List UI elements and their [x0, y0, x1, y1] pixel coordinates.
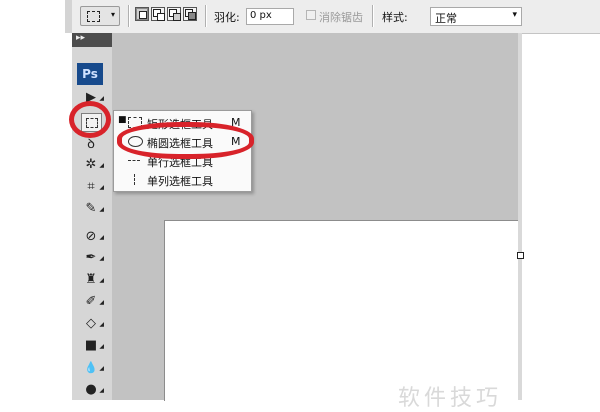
history-brush-icon: ✐: [85, 294, 97, 309]
tools-panel-header[interactable]: ▸▸: [72, 33, 112, 47]
feather-label: 羽化:: [214, 11, 240, 24]
clone-stamp-tool[interactable]: ♜ ◢: [81, 271, 104, 289]
magic-wand-tool[interactable]: ✲ ◢: [81, 156, 104, 174]
document-canvas[interactable]: [164, 220, 521, 401]
divider: [372, 5, 374, 27]
lasso-tool[interactable]: ꝺ: [81, 136, 101, 154]
expand-panel-icon[interactable]: ▸▸: [76, 33, 85, 43]
highlight-circle-menu-item: [117, 122, 254, 159]
new-selection-button[interactable]: [135, 7, 149, 21]
selected-bullet-icon: ■: [118, 115, 127, 125]
dodge-tool[interactable]: ● ◢: [81, 381, 104, 399]
feather-input[interactable]: 0 px: [246, 8, 294, 25]
crop-tool[interactable]: ⌗ ◢: [81, 178, 104, 196]
dropdown-arrow-icon: ▾: [512, 10, 517, 20]
flyout-item-label: 单列选框工具: [147, 175, 213, 188]
workspace-edge: [518, 33, 522, 400]
lasso-icon: ꝺ: [87, 137, 95, 152]
eraser-tool[interactable]: ◇ ◢: [81, 315, 104, 333]
tools-panel: ▸▸ Ps ▶ ◢ ꝺ ✲ ◢ ⌗ ◢ ✎ ◢ ⊘ ◢ ✒ ◢ ♜ ◢ ✐ ◢ ◇ ◢ ■ ◢ 💧 ◢…: [72, 33, 113, 400]
divider: [128, 5, 130, 27]
rectangular-marquee-icon: [87, 11, 100, 22]
options-bar: ▾ 羽化: 0 px 消除锯齿 样式: 正常 ▾: [72, 0, 600, 34]
eyedropper-icon: ✎: [85, 201, 97, 216]
window-edge: [65, 0, 72, 33]
stamp-icon: ♜: [85, 272, 97, 287]
gradient-icon: ■: [84, 338, 98, 353]
single-column-marquee-icon: [134, 174, 136, 185]
gradient-tool[interactable]: ■ ◢: [81, 337, 104, 355]
eraser-icon: ◇: [86, 316, 96, 331]
brush-tool[interactable]: ✒ ◢: [81, 249, 104, 267]
divider: [205, 5, 207, 27]
style-label: 样式:: [382, 11, 408, 24]
eyedropper-tool[interactable]: ✎ ◢: [81, 200, 104, 218]
flyout-item-single-column-marquee[interactable]: 单列选框工具: [114, 170, 251, 188]
blur-tool[interactable]: 💧 ◢: [81, 359, 104, 377]
healing-brush-tool[interactable]: ⊘ ◢: [81, 228, 104, 246]
history-brush-tool[interactable]: ✐ ◢: [81, 293, 104, 311]
canvas-resize-handle[interactable]: [517, 252, 524, 259]
style-select-value: 正常: [435, 12, 457, 25]
brush-icon: ✒: [85, 250, 97, 265]
antialias-label: 消除锯齿: [319, 11, 363, 24]
photoshop-logo[interactable]: Ps: [77, 63, 103, 85]
crop-icon: ⌗: [87, 179, 95, 194]
bandage-icon: ⊘: [85, 229, 97, 244]
dodge-icon: ●: [85, 382, 97, 397]
single-row-marquee-icon: [128, 160, 140, 162]
highlight-circle-tool: [69, 101, 111, 138]
blur-drop-icon: 💧: [84, 361, 98, 374]
magic-wand-icon: ✲: [85, 157, 97, 172]
add-to-selection-button[interactable]: [151, 7, 165, 21]
tool-preset-picker[interactable]: ▾: [80, 6, 120, 26]
subtract-from-selection-button[interactable]: [167, 7, 181, 21]
intersect-selection-button[interactable]: [183, 7, 197, 21]
antialias-checkbox[interactable]: [306, 10, 316, 20]
watermark-text: 软件技巧: [398, 386, 503, 411]
style-select[interactable]: 正常 ▾: [430, 7, 522, 26]
chevron-down-icon: ▾: [110, 10, 115, 19]
